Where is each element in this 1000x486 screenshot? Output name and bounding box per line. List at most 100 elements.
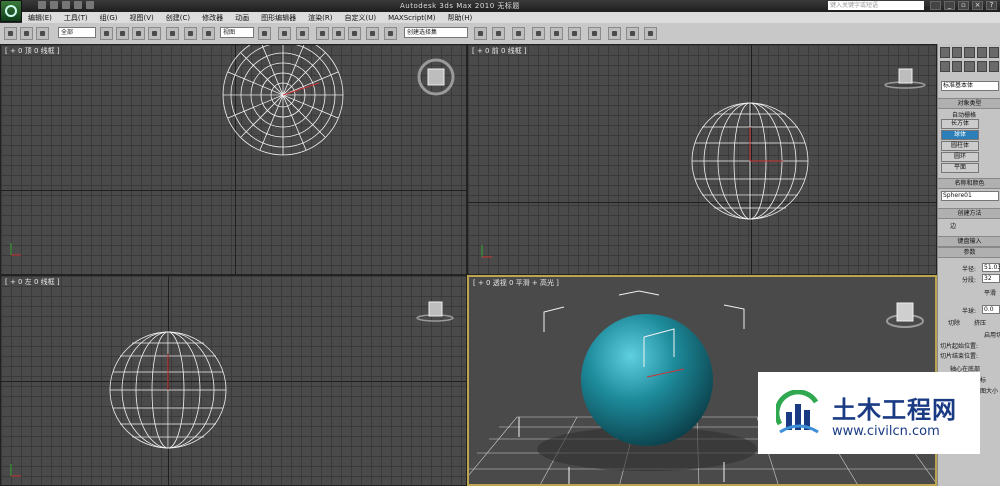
select-rotate-icon[interactable] xyxy=(184,27,197,40)
menu-tools[interactable]: 工具(T) xyxy=(58,13,94,23)
rollout-parameters[interactable]: 参数 xyxy=(938,247,1000,258)
menu-maxscript[interactable]: MAXScript(M) xyxy=(382,14,441,22)
menu-group[interactable]: 组(G) xyxy=(94,13,124,23)
create-tab-icon[interactable] xyxy=(940,47,951,58)
watermark-url: www.civilcn.com xyxy=(832,424,940,439)
rectangular-selection-icon[interactable] xyxy=(132,27,145,40)
named-selection-dropdown[interactable]: 创建选择集 xyxy=(404,27,468,38)
graphite-ribbon-icon[interactable] xyxy=(532,27,545,40)
edit-named-selection-icon[interactable] xyxy=(384,27,397,40)
cylinder-button[interactable]: 圆柱体 xyxy=(941,141,979,151)
menu-customize[interactable]: 自定义(U) xyxy=(338,13,382,23)
minimize-icon[interactable]: _ xyxy=(944,1,955,10)
save-file-icon[interactable] xyxy=(62,1,70,9)
align-icon[interactable] xyxy=(492,27,505,40)
pivot-center-icon[interactable] xyxy=(258,27,271,40)
window-crossing-icon[interactable] xyxy=(148,27,161,40)
cameras-icon[interactable] xyxy=(976,61,987,72)
viewcube-persp-icon xyxy=(886,302,924,328)
select-link-icon[interactable] xyxy=(4,27,17,40)
modify-tab-icon[interactable] xyxy=(952,47,963,58)
title-bar: Autodesk 3ds Max 2010 无标题 键入关键字或短语 _ ▫ ×… xyxy=(0,0,1000,12)
reference-coordinate-dropdown[interactable]: 视图 xyxy=(220,27,254,38)
snaps-toggle-icon[interactable] xyxy=(316,27,329,40)
close-icon[interactable]: × xyxy=(972,1,983,10)
menu-graph-editors[interactable]: 图形编辑器 xyxy=(255,13,302,23)
menu-create[interactable]: 创建(C) xyxy=(160,13,196,23)
slice-on-checkbox[interactable]: 启用切片 xyxy=(984,330,1000,339)
undo-icon[interactable] xyxy=(74,1,82,9)
category-dropdown[interactable]: 标准基本体 xyxy=(941,81,999,91)
shapes-icon[interactable] xyxy=(952,61,963,72)
smooth-checkbox[interactable]: 平滑 xyxy=(984,288,996,297)
menu-views[interactable]: 视图(V) xyxy=(124,13,160,23)
redo-icon[interactable] xyxy=(86,1,94,9)
slice-to-label: 切片结束位置: xyxy=(940,353,979,360)
spinner-snap-icon[interactable] xyxy=(366,27,379,40)
material-editor-icon[interactable] xyxy=(588,27,601,40)
x-axis-indicator xyxy=(282,82,320,96)
rendered-frame-icon[interactable] xyxy=(626,27,639,40)
layer-manager-icon[interactable] xyxy=(512,27,525,40)
curve-editor-icon[interactable] xyxy=(550,27,563,40)
new-file-icon[interactable] xyxy=(38,1,46,9)
segments-field[interactable]: 32 xyxy=(982,274,1000,283)
plane-button[interactable]: 平面 xyxy=(941,163,979,173)
app-logo-button[interactable] xyxy=(0,0,22,22)
viewport-front[interactable]: [ + 0 前 0 线框 ] xyxy=(467,44,937,275)
menu-modifiers[interactable]: 修改器 xyxy=(196,13,229,23)
rollout-object-type[interactable]: 对象类型 xyxy=(938,98,1000,109)
edge-radio[interactable]: 边 xyxy=(950,221,956,230)
chop-radio[interactable]: 切除 xyxy=(948,318,960,327)
squash-radio[interactable]: 挤压 xyxy=(974,318,986,327)
viewport-top[interactable]: [ + 0 顶 0 线框 ] xyxy=(0,44,467,275)
viewcube-top-icon xyxy=(417,58,455,96)
object-name-field[interactable]: Sphere01 xyxy=(941,191,999,201)
select-by-name-icon[interactable] xyxy=(116,27,129,40)
hierarchy-tab-icon[interactable] xyxy=(964,47,975,58)
render-setup-icon[interactable] xyxy=(608,27,621,40)
select-object-icon[interactable] xyxy=(100,27,113,40)
menu-help[interactable]: 帮助(H) xyxy=(442,13,479,23)
top-view-scene xyxy=(10,45,455,256)
window-title: Autodesk 3ds Max 2010 无标题 xyxy=(400,2,520,10)
restore-icon[interactable]: ▫ xyxy=(958,1,969,10)
radius-field[interactable]: 51.038 xyxy=(982,263,1000,272)
bind-space-warp-icon[interactable] xyxy=(36,27,49,40)
select-scale-icon[interactable] xyxy=(202,27,215,40)
torus-button[interactable]: 圆环 xyxy=(941,152,979,162)
rollout-keyboard-entry[interactable]: 键盘输入 xyxy=(938,236,1000,247)
rollout-creation-method[interactable]: 创建方法 xyxy=(938,208,1000,219)
lights-icon[interactable] xyxy=(964,61,975,72)
mirror-icon[interactable] xyxy=(474,27,487,40)
hemisphere-field[interactable]: 0.0 xyxy=(982,305,1000,314)
viewport-left[interactable]: [ + 0 左 0 线框 ] xyxy=(0,275,467,486)
percent-snap-icon[interactable] xyxy=(348,27,361,40)
menu-bar: 编辑(E) 工具(T) 组(G) 视图(V) 创建(C) 修改器 动画 图形编辑… xyxy=(22,12,1000,23)
display-tab-icon[interactable] xyxy=(988,47,1000,58)
schematic-view-icon[interactable] xyxy=(568,27,581,40)
helpers-icon[interactable] xyxy=(988,61,1000,72)
select-manipulate-icon[interactable] xyxy=(278,27,291,40)
sphere-button[interactable]: 球体 xyxy=(941,130,979,140)
search-input[interactable]: 键入关键字或短语 xyxy=(828,1,924,10)
help-icon[interactable]: ? xyxy=(986,1,997,10)
geometry-icon[interactable] xyxy=(940,61,951,72)
render-production-icon[interactable] xyxy=(644,27,657,40)
menu-animation[interactable]: 动画 xyxy=(229,13,255,23)
open-file-icon[interactable] xyxy=(50,1,58,9)
watermark-site-name: 土木工程网 xyxy=(832,396,957,424)
help-search-icon[interactable] xyxy=(930,1,941,10)
select-move-icon[interactable] xyxy=(166,27,179,40)
menu-edit[interactable]: 编辑(E) xyxy=(22,13,58,23)
unlink-icon[interactable] xyxy=(20,27,33,40)
box-button[interactable]: 长方体 xyxy=(941,119,979,129)
main-toolbar: 全部 视图 创建选择集 xyxy=(0,23,1000,45)
selection-filter-dropdown[interactable]: 全部 xyxy=(58,27,96,38)
keyboard-shortcut-icon[interactable] xyxy=(296,27,309,40)
motion-tab-icon[interactable] xyxy=(976,47,987,58)
rollout-name-color[interactable]: 名称和颜色 xyxy=(938,178,1000,189)
menu-rendering[interactable]: 渲染(R) xyxy=(302,13,338,23)
autogrid-checkbox[interactable]: 自动栅格 xyxy=(952,110,976,119)
angle-snap-icon[interactable] xyxy=(332,27,345,40)
